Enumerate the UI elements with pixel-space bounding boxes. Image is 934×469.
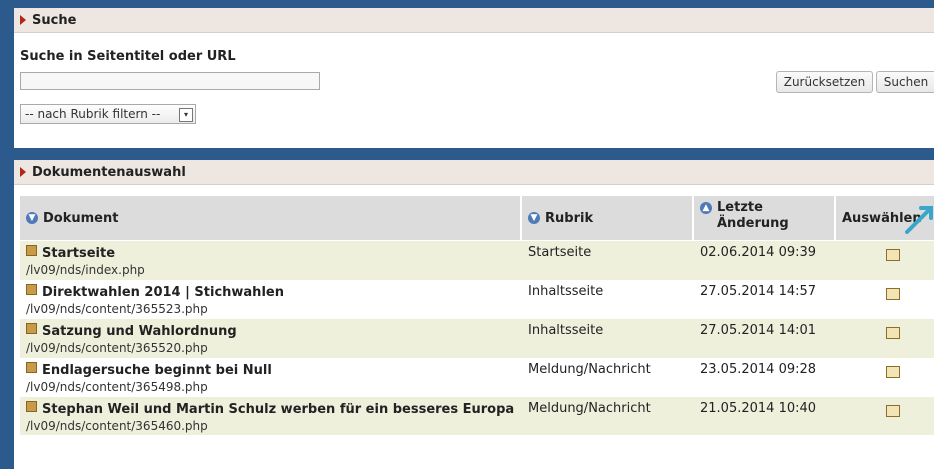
document-icon	[26, 245, 37, 256]
document-category: Meldung/Nachricht	[528, 362, 651, 377]
document-date: 27.05.2014 14:01	[700, 323, 817, 338]
document-path: /lv09/nds/content/365498.php	[26, 380, 208, 394]
search-label: Suche in Seitentitel oder URL	[20, 49, 236, 64]
dropdown-arrow-icon: ▾	[179, 108, 193, 122]
document-title[interactable]: Satzung und Wahlordnung	[42, 324, 237, 339]
table-row[interactable]: Stephan Weil und Martin Schulz werben fü…	[20, 397, 934, 435]
document-icon	[26, 323, 37, 334]
document-icon	[26, 401, 37, 412]
top-border	[0, 0, 934, 8]
document-path: /lv09/nds/index.php	[26, 263, 145, 277]
panel-divider	[0, 148, 934, 160]
select-document-icon[interactable]	[886, 405, 900, 417]
search-input[interactable]	[20, 72, 320, 90]
sort-down-icon: ▼	[26, 212, 38, 224]
select-document-icon[interactable]	[886, 288, 900, 300]
document-path: /lv09/nds/content/365523.php	[26, 302, 208, 316]
column-label: Letzte Änderung	[717, 200, 789, 231]
documents-panel: Dokumentenauswahl ▼ Dokument ▼ Rubrik ▲ …	[14, 160, 934, 469]
document-category: Startseite	[528, 245, 592, 260]
search-panel: Suche Suche in Seitentitel oder URL Zurü…	[14, 8, 934, 148]
search-button[interactable]: Suchen	[876, 71, 934, 93]
document-category: Meldung/Nachricht	[528, 401, 651, 416]
column-header-changed[interactable]: ▲ Letzte Änderung	[694, 196, 834, 240]
expand-triangle-icon	[20, 167, 26, 177]
document-path: /lv09/nds/content/365460.php	[26, 419, 208, 433]
documents-panel-header[interactable]: Dokumentenauswahl	[14, 160, 934, 185]
document-date: 02.06.2014 09:39	[700, 245, 817, 260]
document-title[interactable]: Startseite	[42, 246, 115, 261]
search-panel-title: Suche	[32, 12, 77, 28]
table-row[interactable]: Endlagersuche beginnt bei Null /lv09/nds…	[20, 358, 934, 397]
category-filter-value: -- nach Rubrik filtern --	[25, 107, 161, 121]
column-header-document[interactable]: ▼ Dokument	[20, 196, 520, 240]
reset-button[interactable]: Zurücksetzen	[776, 71, 873, 93]
table-row[interactable]: Satzung und Wahlordnung /lv09/nds/conten…	[20, 319, 934, 358]
column-header-category[interactable]: ▼ Rubrik	[522, 196, 692, 240]
document-icon	[26, 362, 37, 373]
document-icon	[26, 284, 37, 295]
column-label: Rubrik	[545, 210, 594, 226]
page-frame: Suche Suche in Seitentitel oder URL Zurü…	[0, 0, 934, 469]
sort-up-icon: ▲	[700, 202, 712, 214]
document-path: /lv09/nds/content/365520.php	[26, 341, 208, 355]
search-panel-header[interactable]: Suche	[14, 8, 934, 33]
pointer-arrow-icon	[905, 206, 933, 234]
expand-triangle-icon	[20, 15, 26, 25]
table-row[interactable]: Direktwahlen 2014 | Stichwahlen /lv09/nd…	[20, 280, 934, 319]
column-label: Dokument	[43, 210, 119, 226]
document-date: 27.05.2014 14:57	[700, 284, 817, 299]
document-category: Inhaltsseite	[528, 284, 604, 299]
category-filter-select[interactable]: -- nach Rubrik filtern -- ▾	[20, 104, 196, 124]
document-category: Inhaltsseite	[528, 323, 604, 338]
document-date: 23.05.2014 09:28	[700, 362, 817, 377]
document-title[interactable]: Direktwahlen 2014 | Stichwahlen	[42, 285, 284, 300]
table-row[interactable]: Startseite /lv09/nds/index.php Startseit…	[20, 241, 934, 280]
left-border	[0, 0, 14, 469]
document-title[interactable]: Endlagersuche beginnt bei Null	[42, 363, 272, 378]
select-document-icon[interactable]	[886, 366, 900, 378]
select-document-icon[interactable]	[886, 327, 900, 339]
document-date: 21.05.2014 10:40	[700, 401, 817, 416]
select-document-icon[interactable]	[886, 249, 900, 261]
sort-down-icon: ▼	[528, 212, 540, 224]
document-title[interactable]: Stephan Weil und Martin Schulz werben fü…	[42, 402, 514, 417]
documents-panel-title: Dokumentenauswahl	[32, 164, 186, 180]
